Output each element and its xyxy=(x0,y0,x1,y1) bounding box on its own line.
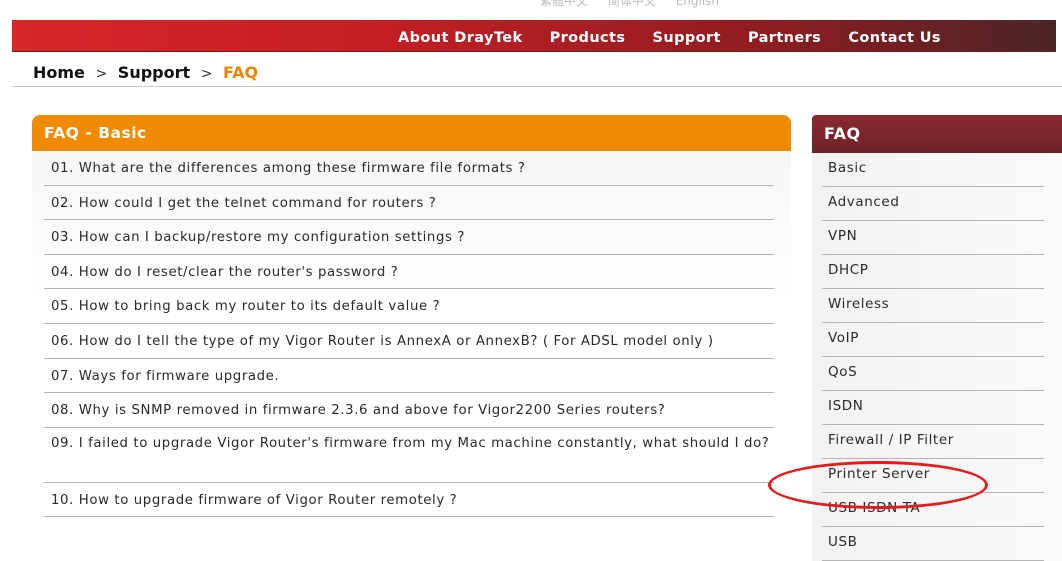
breadcrumb-home[interactable]: Home xyxy=(33,63,85,82)
sidebar-item-advanced[interactable]: Advanced xyxy=(822,187,1044,221)
faq-question-02[interactable]: 02. How could I get the telnet command f… xyxy=(44,186,774,221)
sidebar-item-basic[interactable]: Basic xyxy=(822,153,1044,187)
faq-question-09[interactable]: 09. I failed to upgrade Vigor Router's f… xyxy=(44,428,774,483)
main-nav-bar: About DrayTek Products Support Partners … xyxy=(12,20,1056,51)
sidebar-category-list: Basic Advanced VPN DHCP Wireless VoIP Qo… xyxy=(812,153,1062,561)
sidebar-item-qos[interactable]: QoS xyxy=(822,357,1044,391)
sidebar-item-voip[interactable]: VoIP xyxy=(822,323,1044,357)
breadcrumb-current: FAQ xyxy=(223,63,259,82)
faq-category-sidebar: FAQ Basic Advanced VPN DHCP Wireless VoI… xyxy=(812,115,1062,561)
faq-question-05[interactable]: 05. How to bring back my router to its d… xyxy=(44,289,774,324)
nav-partners[interactable]: Partners xyxy=(748,30,821,46)
lang-simplified-chinese[interactable]: 简体中文 xyxy=(608,0,656,8)
faq-basic-panel: FAQ - Basic 01. What are the differences… xyxy=(32,115,791,518)
sidebar-title: FAQ xyxy=(812,115,1062,153)
sidebar-item-usb-isdn-ta[interactable]: USB ISDN TA xyxy=(822,493,1044,527)
sidebar-item-printer-server[interactable]: Printer Server xyxy=(822,459,1044,493)
nav-support[interactable]: Support xyxy=(653,30,721,46)
nav-about-draytek[interactable]: About DrayTek xyxy=(398,30,523,46)
sidebar-item-dhcp[interactable]: DHCP xyxy=(822,255,1044,289)
lang-english[interactable]: English xyxy=(676,0,719,8)
sidebar-item-firewall-ip-filter[interactable]: Firewall / IP Filter xyxy=(822,425,1044,459)
breadcrumb-separator: > xyxy=(200,66,213,82)
nav-contact-us[interactable]: Contact Us xyxy=(848,30,941,46)
faq-question-03[interactable]: 03. How can I backup/restore my configur… xyxy=(44,220,774,255)
breadcrumb-separator: > xyxy=(95,66,108,82)
faq-question-07[interactable]: 07. Ways for firmware upgrade. xyxy=(44,359,774,394)
sidebar-item-wireless[interactable]: Wireless xyxy=(822,289,1044,323)
faq-question-04[interactable]: 04. How do I reset/clear the router's pa… xyxy=(44,255,774,290)
faq-question-10[interactable]: 10. How to upgrade firmware of Vigor Rou… xyxy=(44,483,774,518)
breadcrumb-divider xyxy=(12,86,1062,87)
sidebar-item-isdn[interactable]: ISDN xyxy=(822,391,1044,425)
faq-question-06[interactable]: 06. How do I tell the type of my Vigor R… xyxy=(44,324,774,359)
lang-traditional-chinese[interactable]: 繁體中文 xyxy=(540,0,588,8)
language-bar: 繁體中文 简体中文 English xyxy=(540,0,735,8)
faq-question-08[interactable]: 08. Why is SNMP removed in firmware 2.3.… xyxy=(44,393,774,428)
main-nav-items: About DrayTek Products Support Partners … xyxy=(398,27,963,46)
sidebar-item-vpn[interactable]: VPN xyxy=(822,221,1044,255)
faq-panel-title: FAQ - Basic xyxy=(32,115,791,151)
faq-question-list: 01. What are the differences among these… xyxy=(32,151,791,518)
faq-question-01[interactable]: 01. What are the differences among these… xyxy=(44,151,774,186)
nav-products[interactable]: Products xyxy=(550,30,626,46)
breadcrumb: Home > Support > FAQ xyxy=(33,63,258,82)
breadcrumb-support[interactable]: Support xyxy=(118,63,190,82)
